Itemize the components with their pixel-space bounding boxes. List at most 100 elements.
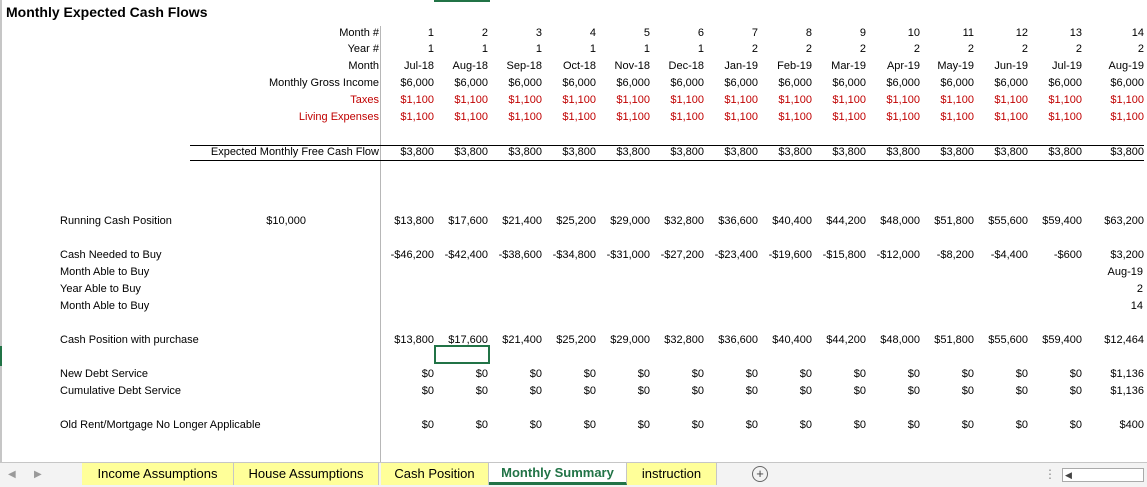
cash-needed-cell[interactable]: -$23,400 (715, 248, 758, 262)
month-cell[interactable]: Jul-19 (1052, 59, 1082, 73)
free-cash-cell[interactable]: $3,800 (994, 145, 1028, 159)
living-expenses-cell[interactable]: $1,100 (454, 110, 488, 124)
tab-monthly-summary[interactable]: Monthly Summary (489, 463, 627, 485)
month-cell[interactable]: Jul-18 (404, 59, 434, 73)
cum-debt-cell[interactable]: $0 (692, 384, 704, 398)
month-num-cell[interactable]: 13 (1070, 26, 1082, 40)
running-cash-cell[interactable]: $17,600 (448, 214, 488, 228)
free-cash-cell[interactable]: $3,800 (886, 145, 920, 159)
selected-cell[interactable] (434, 345, 490, 364)
month-cell[interactable]: Oct-18 (563, 59, 596, 73)
scroll-left-icon[interactable]: ◀ (1065, 470, 1072, 481)
new-debt-cell[interactable]: $0 (422, 367, 434, 381)
cash-with-purchase-cell[interactable]: $44,200 (826, 333, 866, 347)
cum-debt-cell[interactable]: $0 (530, 384, 542, 398)
running-cash-cell[interactable]: $36,600 (718, 214, 758, 228)
gross-income-cell[interactable]: $6,000 (454, 76, 488, 90)
cum-debt-cell[interactable]: $0 (638, 384, 650, 398)
month-cell[interactable]: Dec-18 (669, 59, 704, 73)
free-cash-cell[interactable]: $3,800 (508, 145, 542, 159)
year-num-cell[interactable]: 2 (968, 42, 974, 56)
cash-with-purchase-cell[interactable]: $21,400 (502, 333, 542, 347)
running-cash-cell[interactable]: $25,200 (556, 214, 596, 228)
year-num-cell[interactable]: 1 (428, 42, 434, 56)
month-num-cell[interactable]: 1 (428, 26, 434, 40)
cash-needed-cell[interactable]: -$34,800 (553, 248, 596, 262)
tab-cash-position[interactable]: Cash Position (381, 463, 489, 485)
free-cash-cell[interactable]: $3,800 (1048, 145, 1082, 159)
free-cash-cell[interactable]: $3,800 (778, 145, 812, 159)
year-num-cell[interactable]: 2 (914, 42, 920, 56)
running-cash-cell[interactable]: $13,800 (394, 214, 434, 228)
living-expenses-cell[interactable]: $1,100 (832, 110, 866, 124)
gross-income-cell[interactable]: $6,000 (778, 76, 812, 90)
gross-income-cell[interactable]: $6,000 (616, 76, 650, 90)
old-rent-cell[interactable]: $0 (584, 418, 596, 432)
year-num-cell[interactable]: 1 (482, 42, 488, 56)
month-num-cell[interactable]: 14 (1132, 26, 1144, 40)
taxes-cell[interactable]: $1,100 (994, 93, 1028, 107)
taxes-cell[interactable]: $1,100 (670, 93, 704, 107)
cash-needed-cell[interactable]: -$46,200 (391, 248, 434, 262)
old-rent-cell[interactable]: $0 (746, 418, 758, 432)
free-cash-cell[interactable]: $3,800 (832, 145, 866, 159)
living-expenses-cell[interactable]: $1,100 (778, 110, 812, 124)
new-debt-cell[interactable]: $0 (530, 367, 542, 381)
cash-needed-cell[interactable]: -$4,400 (991, 248, 1028, 262)
cash-with-purchase-cell[interactable]: $55,600 (988, 333, 1028, 347)
taxes-cell[interactable]: $1,100 (400, 93, 434, 107)
cash-with-purchase-cell[interactable]: $12,464 (1104, 333, 1144, 347)
year-num-cell[interactable]: 2 (860, 42, 866, 56)
free-cash-cell[interactable]: $3,800 (940, 145, 974, 159)
taxes-cell[interactable]: $1,100 (508, 93, 542, 107)
cash-with-purchase-cell[interactable]: $25,200 (556, 333, 596, 347)
living-expenses-cell[interactable]: $1,100 (1048, 110, 1082, 124)
living-expenses-cell[interactable]: $1,100 (670, 110, 704, 124)
spreadsheet-grid[interactable]: Monthly Expected Cash Flows Month # Year … (0, 0, 1147, 462)
old-rent-cell[interactable]: $0 (1016, 418, 1028, 432)
gross-income-cell[interactable]: $6,000 (994, 76, 1028, 90)
cash-needed-cell[interactable]: -$27,200 (661, 248, 704, 262)
taxes-cell[interactable]: $1,100 (778, 93, 812, 107)
taxes-cell[interactable]: $1,100 (454, 93, 488, 107)
taxes-cell[interactable]: $1,100 (832, 93, 866, 107)
new-debt-cell[interactable]: $0 (746, 367, 758, 381)
year-num-cell[interactable]: 2 (1076, 42, 1082, 56)
cum-debt-cell[interactable]: $0 (962, 384, 974, 398)
gross-income-cell[interactable]: $6,000 (400, 76, 434, 90)
cash-with-purchase-cell[interactable]: $13,800 (394, 333, 434, 347)
month-cell[interactable]: Mar-19 (831, 59, 866, 73)
month-cell[interactable]: May-19 (937, 59, 974, 73)
cash-needed-cell[interactable]: -$15,800 (823, 248, 866, 262)
new-debt-cell[interactable]: $0 (638, 367, 650, 381)
old-rent-cell[interactable]: $0 (854, 418, 866, 432)
living-expenses-cell[interactable]: $1,100 (508, 110, 542, 124)
month-num-cell[interactable]: 12 (1016, 26, 1028, 40)
month-cell[interactable]: Jun-19 (994, 59, 1028, 73)
tab-house-assumptions[interactable]: House Assumptions (234, 463, 379, 485)
living-expenses-cell[interactable]: $1,100 (994, 110, 1028, 124)
gross-income-cell[interactable]: $6,000 (886, 76, 920, 90)
running-cash-cell[interactable]: $40,400 (772, 214, 812, 228)
prev-sheet-icon[interactable]: ◀ (8, 469, 16, 480)
running-cash-cell[interactable]: $48,000 (880, 214, 920, 228)
cash-needed-cell[interactable]: -$8,200 (937, 248, 974, 262)
gross-income-cell[interactable]: $6,000 (1048, 76, 1082, 90)
new-debt-cell[interactable]: $0 (584, 367, 596, 381)
free-cash-cell[interactable]: $3,800 (1110, 145, 1144, 159)
month-num-cell[interactable]: 9 (860, 26, 866, 40)
cash-needed-cell[interactable]: -$38,600 (499, 248, 542, 262)
gross-income-cell[interactable]: $6,000 (562, 76, 596, 90)
month-num-cell[interactable]: 7 (752, 26, 758, 40)
taxes-cell[interactable]: $1,100 (1110, 93, 1144, 107)
running-cash-cell[interactable]: $51,800 (934, 214, 974, 228)
month-num-cell[interactable]: 5 (644, 26, 650, 40)
cash-needed-cell[interactable]: -$600 (1054, 248, 1082, 262)
month-num-cell[interactable]: 2 (482, 26, 488, 40)
new-debt-cell[interactable]: $0 (962, 367, 974, 381)
cash-needed-cell[interactable]: -$31,000 (607, 248, 650, 262)
month-cell[interactable]: Nov-18 (615, 59, 650, 73)
cum-debt-cell[interactable]: $0 (1070, 384, 1082, 398)
old-rent-cell[interactable]: $0 (800, 418, 812, 432)
cum-debt-cell[interactable]: $0 (854, 384, 866, 398)
